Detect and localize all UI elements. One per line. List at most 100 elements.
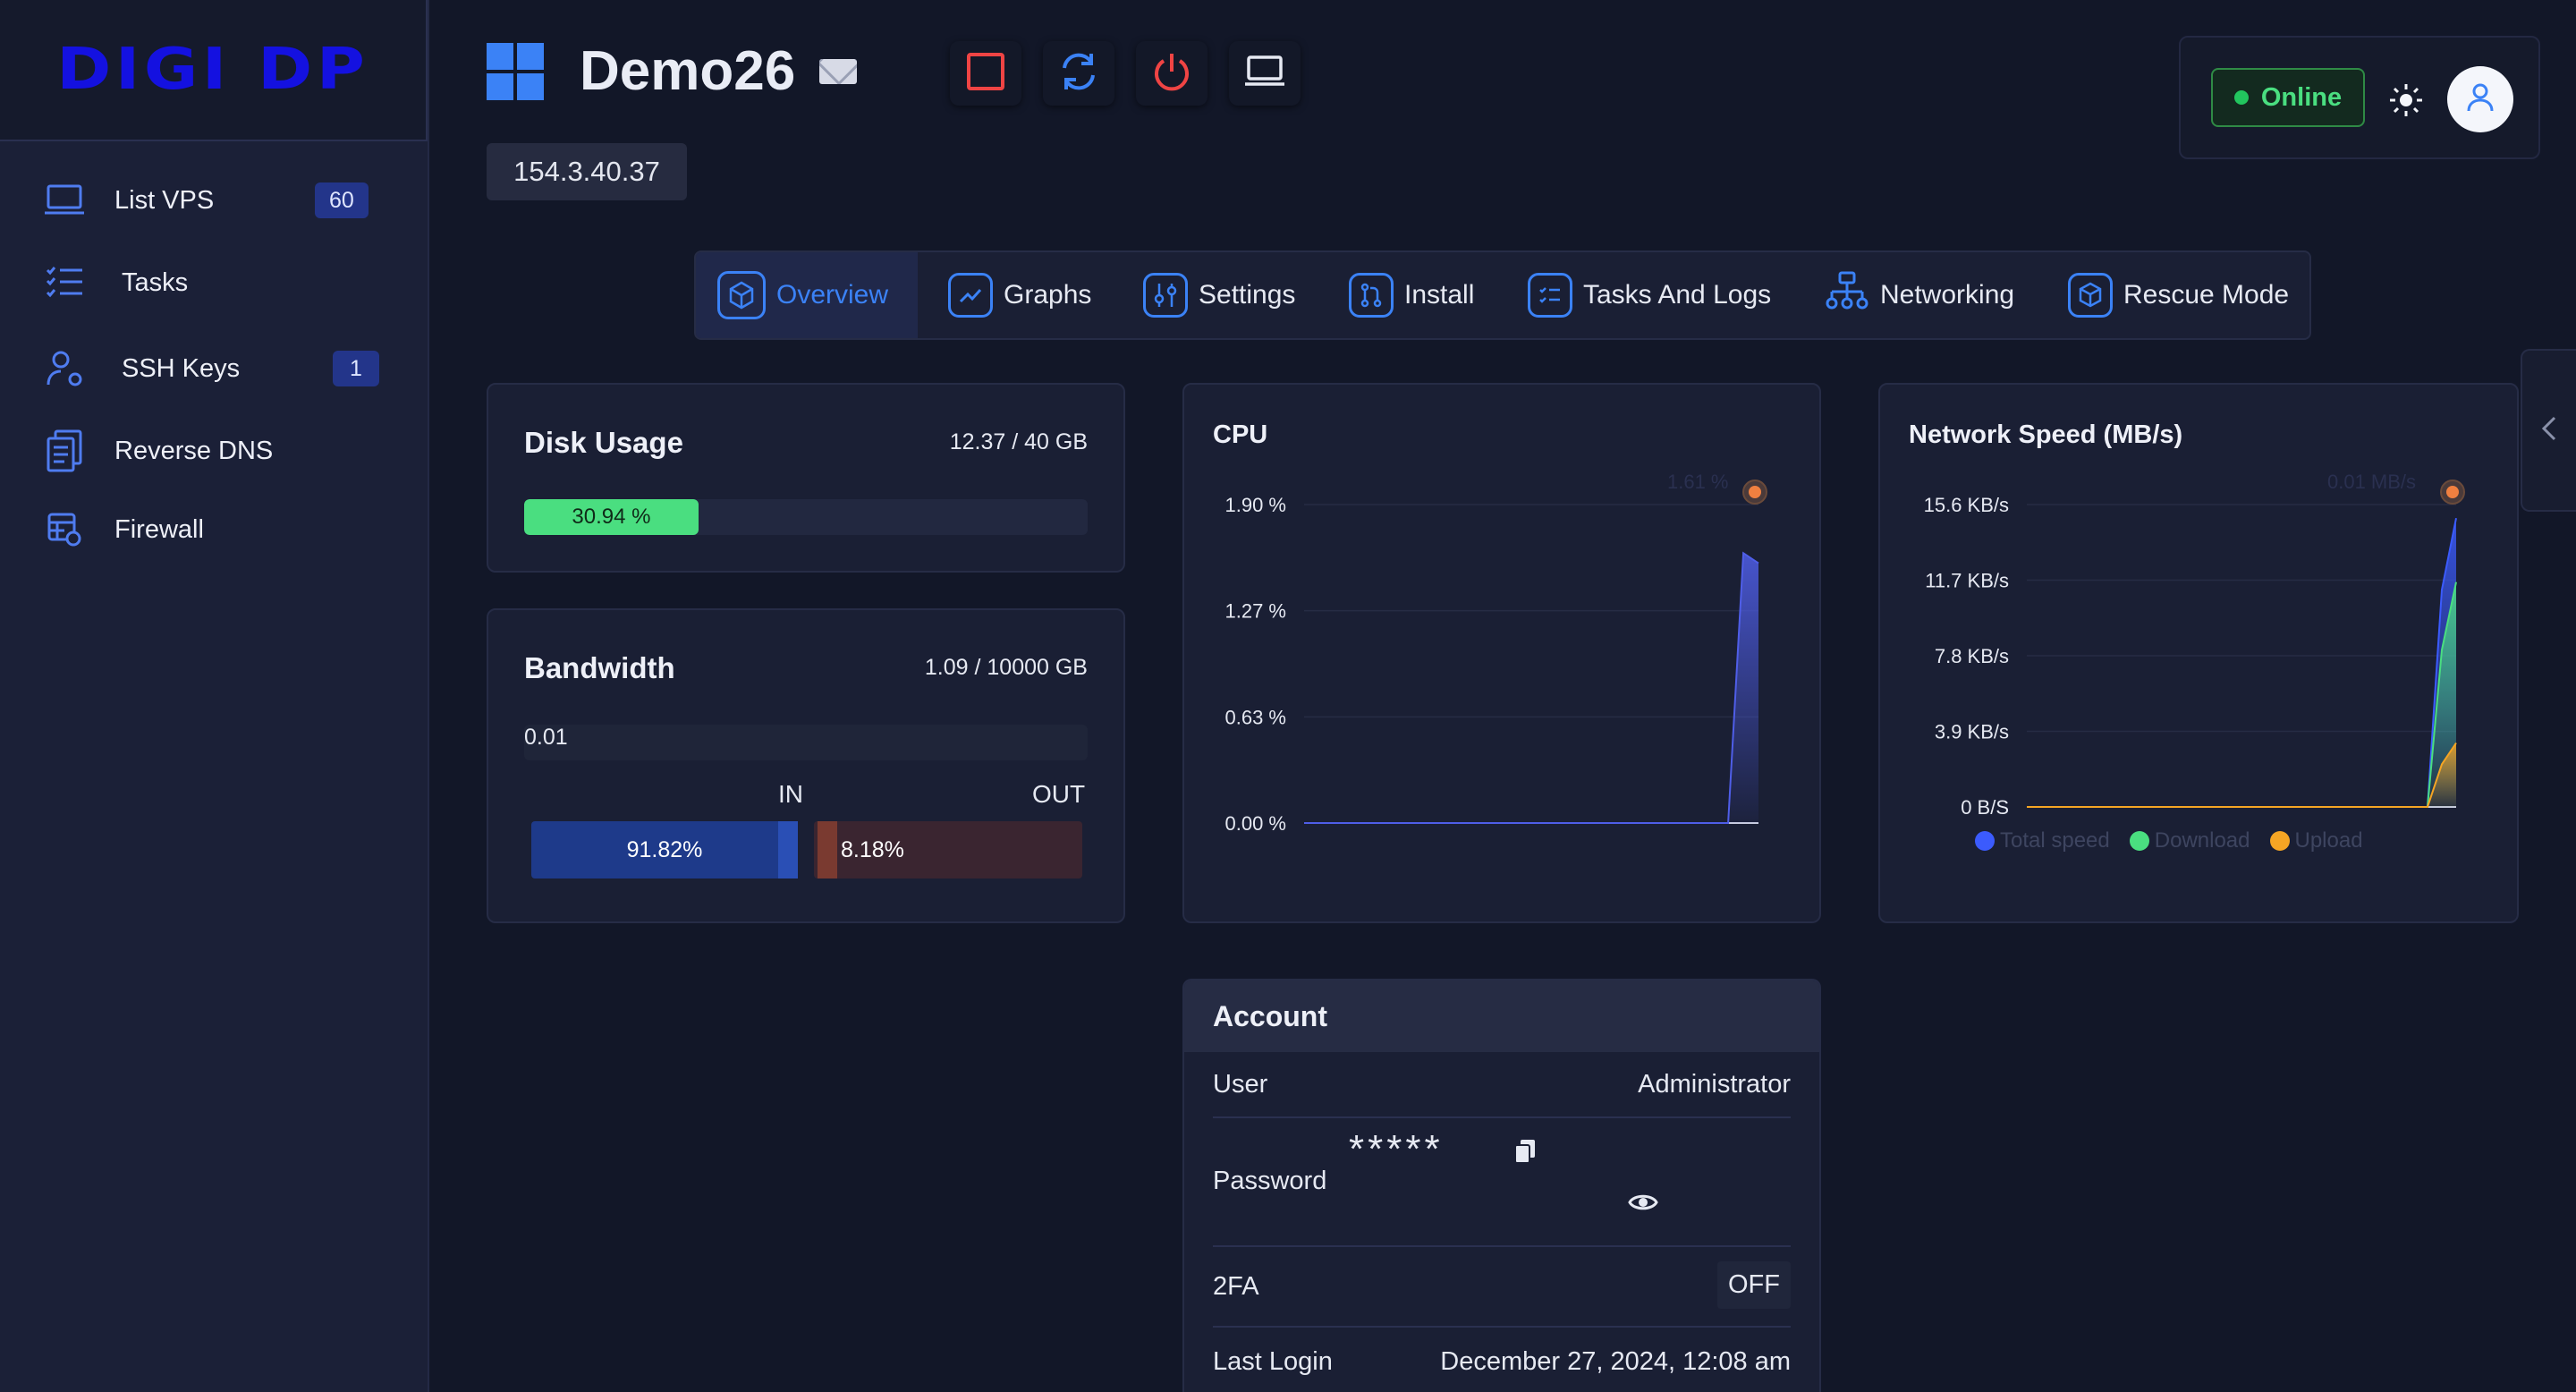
- bandwidth-out-bar: 8.18%: [814, 821, 1082, 878]
- y-tick-label: 15.6 KB/s: [1924, 494, 2009, 516]
- cpu-card: CPU 1.90 % 1.27 % 0.63 % 0.00 % 1.61 %: [1182, 383, 1821, 923]
- network-icon: [1825, 269, 1869, 321]
- brand-logo[interactable]: DIGI DP: [0, 0, 428, 141]
- console-button[interactable]: [1229, 41, 1301, 106]
- sidebar-item-ssh-keys[interactable]: SSH Keys 1: [0, 333, 428, 404]
- copy-icon[interactable]: [1513, 1138, 1537, 1169]
- tab-graphs[interactable]: Graphs: [948, 252, 1091, 338]
- power-icon: [1150, 50, 1193, 98]
- stop-button[interactable]: [950, 41, 1021, 106]
- chart-legend: Total speed Download Upload: [1975, 828, 2363, 853]
- tab-label: Overview: [776, 280, 889, 310]
- sidebar-item-label: SSH Keys: [122, 353, 241, 383]
- disk-usage-value: 12.37 / 40 GB: [949, 429, 1088, 454]
- tab-settings[interactable]: Settings: [1143, 252, 1295, 338]
- console-icon: [1244, 54, 1285, 94]
- latest-marker-dot: [1749, 486, 1761, 498]
- tab-tasks-and-logs[interactable]: Tasks And Logs: [1528, 252, 1771, 338]
- bandwidth-card: Bandwidth 1.09 / 10000 GB 0.01 IN OUT 91…: [487, 608, 1125, 923]
- bandwidth-usage-value: 1.09 / 10000 GB: [924, 655, 1088, 680]
- series-line-upload: [2027, 742, 2457, 808]
- tab-label: Rescue Mode: [2123, 280, 2290, 310]
- server-name: Demo26: [580, 40, 796, 102]
- mail-icon[interactable]: [819, 59, 857, 84]
- stop-icon: [966, 52, 1005, 96]
- 2fa-toggle[interactable]: OFF: [1717, 1261, 1791, 1309]
- series-line-cpu: [1304, 551, 1759, 824]
- sidebar-item-tasks[interactable]: Tasks: [0, 247, 428, 318]
- y-tick-label: 7.8 KB/s: [1935, 645, 2009, 667]
- right-panel-toggle[interactable]: [2521, 349, 2576, 512]
- bandwidth-in-bar: 91.82%: [531, 821, 798, 878]
- graph-icon: [948, 273, 993, 318]
- account-row-password: Password *****: [1213, 1118, 1791, 1247]
- ssh-keys-count-badge: 1: [333, 351, 379, 386]
- legend-upload[interactable]: Upload: [2269, 828, 2363, 853]
- series-area-total-speed: [2027, 518, 2456, 807]
- sidebar-item-firewall[interactable]: Firewall: [0, 494, 428, 565]
- tab-label: Settings: [1199, 280, 1296, 310]
- cpu-chart: 1.90 % 1.27 % 0.63 % 0.00 %: [1225, 480, 1767, 835]
- row-label: 2FA: [1213, 1272, 1259, 1301]
- legend-total-speed[interactable]: Total speed: [1975, 828, 2110, 853]
- row-label: Last Login: [1213, 1347, 1333, 1376]
- sidebar-item-label: Tasks: [122, 267, 189, 297]
- online-dot-icon: [2233, 90, 2249, 105]
- theme-toggle-sun-icon[interactable]: [2388, 82, 2424, 118]
- sidebar-item-list-vps[interactable]: List VPS 60: [0, 165, 428, 236]
- tab-label: Networking: [1880, 280, 2015, 310]
- series-area-cpu: [1304, 553, 1758, 823]
- network-speed-card: Network Speed (MB/s) 15.6 KB/s 11.7 KB/s 7…: [1878, 383, 2519, 923]
- y-tick-label: 1.27 %: [1225, 600, 1287, 623]
- legend-download[interactable]: Download: [2129, 828, 2250, 853]
- tab-label: Install: [1404, 280, 1475, 310]
- restart-button[interactable]: [1043, 41, 1114, 106]
- account-row-2fa: 2FA OFF: [1213, 1247, 1791, 1328]
- power-button[interactable]: [1136, 41, 1208, 106]
- vps-count-badge: 60: [315, 182, 369, 218]
- sidebar-item-label: Firewall: [114, 514, 204, 544]
- series-line-download: [2027, 581, 2457, 808]
- cpu-latest-label: 1.61 %: [1667, 471, 1729, 493]
- row-label: Password: [1213, 1167, 1327, 1195]
- account-card: Account User Administrator Password ****…: [1182, 979, 1821, 1392]
- sliders-icon: [1143, 273, 1188, 318]
- tab-install[interactable]: Install: [1349, 252, 1474, 338]
- card-title: Disk Usage: [524, 426, 683, 459]
- y-tick-label: 0 B/S: [1961, 796, 2009, 819]
- latest-marker-dot: [2446, 486, 2459, 498]
- sidebar-item-reverse-dns[interactable]: Reverse DNS: [0, 415, 428, 487]
- show-password-eye-icon[interactable]: [1628, 1192, 1658, 1218]
- row-label: User: [1213, 1070, 1268, 1099]
- windows-os-icon: [487, 43, 544, 100]
- tab-rescue-mode[interactable]: Rescue Mode: [2068, 252, 2289, 338]
- account-row-user: User Administrator: [1213, 1052, 1791, 1118]
- network-latest-label: 0.01 MB/s: [2327, 471, 2417, 493]
- status-badge: Online: [2211, 68, 2365, 127]
- bandwidth-progress-bar: 0.01: [524, 725, 1088, 760]
- tab-label: Tasks And Logs: [1583, 280, 1772, 310]
- card-title: Account: [1213, 1000, 1327, 1032]
- dns-icon: [43, 429, 86, 472]
- tab-networking[interactable]: Networking: [1825, 252, 2014, 338]
- account-header: Account: [1184, 980, 1819, 1052]
- disk-progress-bar: 30.94 %: [524, 499, 1088, 535]
- y-tick-label: 11.7 KB/s: [1925, 570, 2009, 592]
- cube-icon: [717, 271, 766, 319]
- git-icon: [1349, 273, 1394, 318]
- logo-text: DIGI DP: [56, 37, 369, 103]
- user-avatar[interactable]: [2447, 66, 2513, 132]
- y-tick-label: 3.9 KB/s: [1935, 721, 2009, 743]
- ip-address[interactable]: 154.3.40.37: [487, 143, 687, 200]
- out-label: OUT: [1032, 780, 1086, 808]
- restart-icon: [1057, 50, 1100, 98]
- y-tick-label: 0.00 %: [1225, 812, 1287, 835]
- last-login-value: December 27, 2024, 12:08 am: [1440, 1347, 1791, 1376]
- sidebar: DIGI DP List VPS 60 Tasks SSH Keys 1 Rev…: [0, 0, 429, 1392]
- laptop-icon: [43, 179, 86, 222]
- disk-progress-fill: 30.94 %: [524, 499, 699, 535]
- tab-overview[interactable]: Overview: [696, 252, 918, 338]
- chevron-left-icon: [2541, 415, 2557, 446]
- firewall-icon: [43, 508, 86, 551]
- series-area-upload: [2027, 743, 2456, 807]
